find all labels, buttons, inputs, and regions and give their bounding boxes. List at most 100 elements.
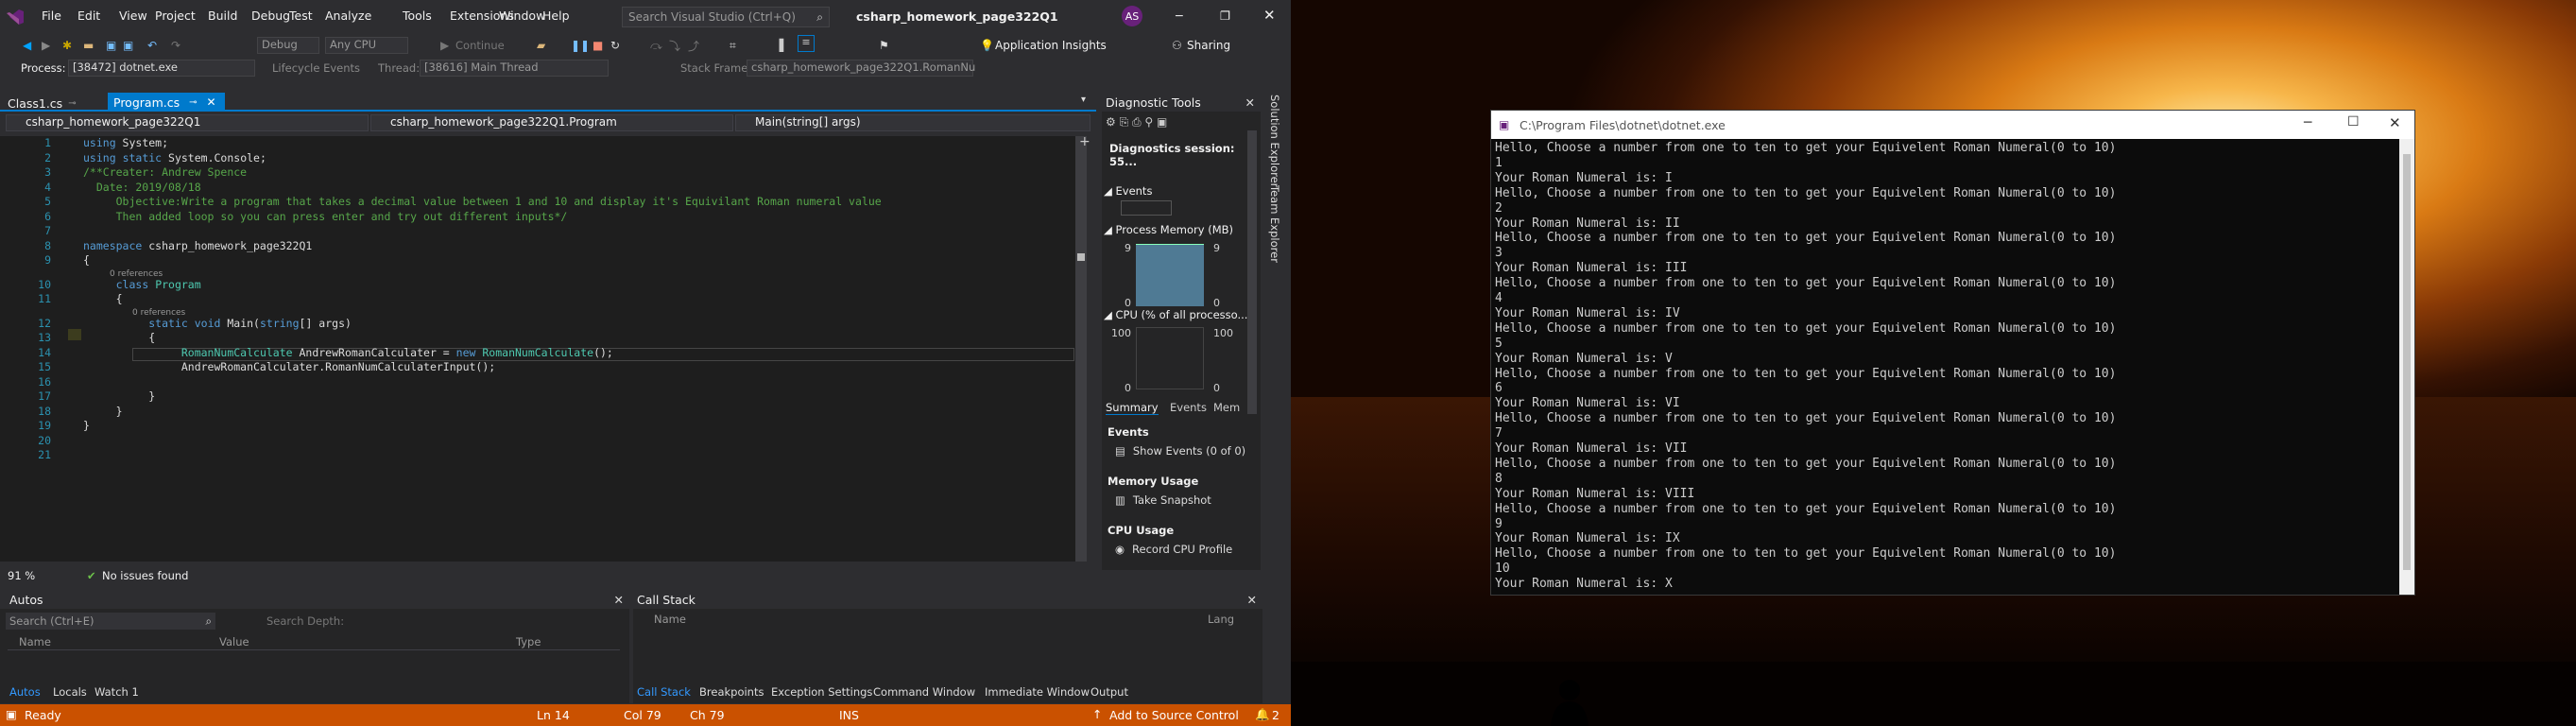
tab-program[interactable]: Program.cs ⊸ ✕ <box>108 93 225 112</box>
member-dropdown[interactable]: Main(string[] args) <box>735 114 1091 131</box>
solution-explorer-tab[interactable]: Solution Explorer <box>1268 95 1281 187</box>
code-line[interactable]: class Program <box>83 278 201 291</box>
code-line[interactable]: { <box>83 292 123 305</box>
code-line[interactable]: AndrewRomanCalculater.RomanNumCalculater… <box>83 360 495 373</box>
tab-call-stack[interactable]: Call Stack <box>637 685 691 699</box>
toggle-icon[interactable]: ≡ <box>798 35 815 52</box>
autos-search-input[interactable]: Search (Ctrl+E) ⌕ <box>6 613 215 630</box>
menu-item-edit[interactable]: Edit <box>77 9 100 23</box>
tab-immediate-window[interactable]: Immediate Window <box>985 685 1090 699</box>
save-all-icon[interactable]: ▣ <box>123 39 133 52</box>
tab-exception-settings[interactable]: Exception Settings <box>771 685 872 699</box>
show-events-button[interactable]: ▤ Show Events (0 of 0) <box>1115 444 1245 458</box>
code-line[interactable]: { <box>83 331 155 344</box>
code-line[interactable]: /**Creater: Andrew Spence <box>83 165 247 179</box>
close-autos-icon[interactable]: ✕ <box>614 593 624 607</box>
tab-watch1[interactable]: Watch 1 <box>94 685 139 699</box>
console-minimize-button[interactable]: ─ <box>2304 115 2311 130</box>
menu-item-file[interactable]: File <box>42 9 61 23</box>
team-explorer-tab[interactable]: Team Explorer <box>1268 185 1281 263</box>
issues-status[interactable]: No issues found <box>102 569 188 582</box>
console-scroll-thumb[interactable] <box>2403 154 2411 570</box>
restore-button[interactable]: ❐ <box>1220 9 1230 23</box>
minimize-button[interactable]: ─ <box>1176 9 1183 23</box>
platform-dropdown[interactable]: Any CPU <box>325 37 408 54</box>
code-line[interactable]: Objective:Write a program that takes a d… <box>83 195 882 208</box>
continue-button[interactable]: Continue <box>455 39 505 52</box>
bookmark-icon[interactable]: ▐ <box>775 39 783 52</box>
col-name[interactable]: Name <box>654 613 686 626</box>
editor-scrollbar[interactable] <box>1075 136 1087 562</box>
code-line[interactable]: } <box>83 405 123 418</box>
search-input[interactable]: Search Visual Studio (Ctrl+Q) <box>628 10 796 24</box>
step-out-icon[interactable]: ⤴ <box>688 38 699 54</box>
attach-icon[interactable]: ▰ <box>537 39 545 52</box>
user-avatar[interactable]: AS <box>1122 6 1142 26</box>
new-project-icon[interactable]: ✱ <box>62 39 72 52</box>
console-scrollbar[interactable] <box>2399 139 2414 595</box>
code-line[interactable]: Then added loop so you can press enter a… <box>83 210 568 223</box>
tab-output[interactable]: Output <box>1091 685 1128 699</box>
pause-icon[interactable]: ❚❚ <box>571 39 590 52</box>
tab-summary[interactable]: Summary <box>1106 401 1159 415</box>
hex-icon[interactable]: ⌗ <box>730 39 736 53</box>
tab-locals[interactable]: Locals <box>53 685 87 699</box>
status-ins[interactable]: INS <box>839 708 859 722</box>
step-over-icon[interactable]: ⤼ <box>650 39 662 53</box>
redo-icon[interactable]: ↷ <box>171 39 180 52</box>
code-line[interactable]: namespace csharp_homework_page322Q1 <box>83 239 312 252</box>
tab-command-window[interactable]: Command Window <box>873 685 975 699</box>
code-line[interactable]: static void Main(string[] args) <box>83 317 352 330</box>
col-value[interactable]: Value <box>219 635 249 648</box>
forward-icon[interactable]: ▶ <box>42 39 50 52</box>
thread-dropdown[interactable]: [38616] Main Thread <box>420 60 609 77</box>
menu-item-window[interactable]: Window <box>499 9 545 23</box>
restart-icon[interactable]: ↻ <box>610 39 620 52</box>
status-col[interactable]: Col 79 <box>624 708 661 722</box>
code-line[interactable]: using static System.Console; <box>83 151 266 164</box>
save-icon[interactable]: ▣ <box>106 39 116 52</box>
close-callstack-icon[interactable]: ✕ <box>1247 593 1257 607</box>
code-editor[interactable]: 1 using System; 2 using static System.Conso… <box>0 134 1091 562</box>
lifecycle-events[interactable]: Lifecycle Events <box>272 61 360 75</box>
pin-icon[interactable]: ⊸ <box>189 97 197 108</box>
sharing-button[interactable]: Sharing <box>1187 39 1230 52</box>
code-line[interactable]: } <box>83 389 155 403</box>
back-icon[interactable]: ◀ <box>23 39 31 52</box>
menu-item-build[interactable]: Build <box>208 9 237 23</box>
record-cpu-button[interactable]: ◉ Record CPU Profile <box>1115 543 1232 556</box>
console-maximize-button[interactable]: ☐ <box>2347 114 2360 130</box>
tab-class1[interactable]: Class1.cs ⊸ <box>8 95 77 112</box>
code-line[interactable]: } <box>83 419 90 432</box>
close-panel-icon[interactable]: ✕ <box>1245 95 1255 110</box>
take-snapshot-button[interactable]: ▥ Take Snapshot <box>1115 493 1211 507</box>
process-dropdown[interactable]: [38472] dotnet.exe <box>68 60 255 77</box>
tab-autos[interactable]: Autos <box>9 685 41 699</box>
memory-section[interactable]: ◢ Process Memory (MB) <box>1104 223 1233 236</box>
close-window-button[interactable]: ✕ <box>1263 7 1276 24</box>
menu-item-tools[interactable]: Tools <box>403 9 432 23</box>
undo-icon[interactable]: ↶ <box>147 39 157 52</box>
status-ch[interactable]: Ch 79 <box>690 708 725 722</box>
tab-breakpoints[interactable]: Breakpoints <box>699 685 764 699</box>
tab-overflow-icon[interactable]: ▾ <box>1081 95 1086 105</box>
col-name[interactable]: Name <box>19 635 51 648</box>
pin-icon[interactable]: ⊸ <box>68 98 76 109</box>
console-close-button[interactable]: ✕ <box>2389 114 2401 131</box>
menu-item-project[interactable]: Project <box>155 9 196 23</box>
class-dropdown[interactable]: csharp_homework_page322Q1.Program <box>370 114 733 131</box>
cpu-section[interactable]: ◢ CPU (% of all processo... <box>1104 308 1247 321</box>
menu-item-analyze[interactable]: Analyze <box>325 9 371 23</box>
menu-item-debug[interactable]: Debug <box>251 9 290 23</box>
menu-item-test[interactable]: Test <box>289 9 313 23</box>
menu-item-view[interactable]: View <box>119 9 147 23</box>
code-line[interactable]: using System; <box>83 136 168 149</box>
code-line[interactable]: { <box>83 253 90 267</box>
tab-events[interactable]: Events <box>1170 401 1207 414</box>
notification-icon[interactable]: 🔔 <box>1255 707 1270 722</box>
diagnostic-scrollbar[interactable] <box>1247 130 1257 414</box>
bookmark-flag-icon[interactable]: ⚑ <box>879 39 889 52</box>
close-tab-icon[interactable]: ✕ <box>207 95 216 109</box>
project-dropdown[interactable]: csharp_homework_page322Q1 <box>6 114 369 131</box>
events-section[interactable]: ◢ Events <box>1104 184 1152 198</box>
